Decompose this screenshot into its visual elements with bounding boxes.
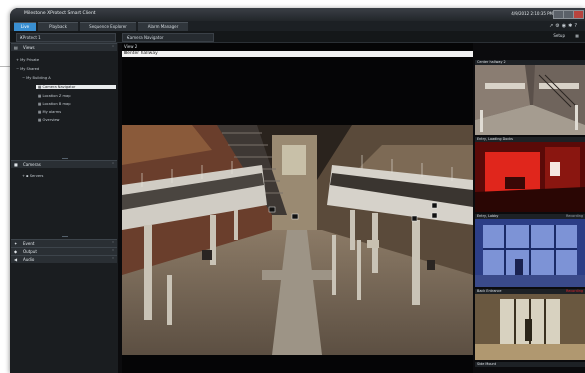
camera-feed-back-entrance[interactable] <box>475 294 585 360</box>
chevron-down-icon: ▾ <box>127 35 130 40</box>
tree-item-my-alarms[interactable]: ▦ My alarms <box>38 110 61 114</box>
views-header-label: Views <box>23 45 35 50</box>
tree-label: Servers <box>29 174 44 178</box>
output-panel-header[interactable]: ◆ Output ˅ <box>11 247 117 255</box>
tab-live[interactable]: Live <box>14 22 36 31</box>
tree-item-my-private[interactable]: + My Private <box>16 58 39 62</box>
chevron-down-icon: ˅ <box>112 241 114 246</box>
chevron-down-icon: ▾ <box>20 35 23 40</box>
tree-item-building-a[interactable]: − My Building A <box>22 76 51 80</box>
tree-item-servers[interactable]: + ▪ Servers <box>22 174 43 178</box>
camera-title-bar: Center hallway <box>122 51 473 57</box>
tree-item-location-b-map[interactable]: ▦ Location B map <box>38 102 70 106</box>
thumbnail-column: Center hallway 2 Entry, Loading Docks En… <box>475 43 585 373</box>
camera-feed-center-hallway[interactable] <box>122 125 473 355</box>
tree-item-my-shared[interactable]: − My Shared <box>16 67 39 71</box>
camera-selector[interactable]: Camera Navigator ▾ <box>122 33 214 42</box>
tab-playback[interactable]: Playback <box>38 22 78 31</box>
setup-button[interactable]: Setup <box>553 33 565 38</box>
tree-label: Location Z map <box>42 94 71 98</box>
camera-feed-loading-docks[interactable] <box>475 142 585 212</box>
close-button[interactable] <box>573 10 584 19</box>
tree-label: My Building A <box>26 76 51 80</box>
camera-feed-center-hallway-2[interactable] <box>475 65 585 135</box>
output-header-label: Output <box>23 249 37 254</box>
views-icon: ▤ <box>14 45 18 50</box>
tab-sequence-explorer[interactable]: Sequence Explorer <box>80 22 136 31</box>
event-panel-header[interactable]: ✦ Event ˅ <box>11 239 117 247</box>
main-view: View 2 Center hallway <box>122 43 473 373</box>
tree-label: My alarms <box>42 110 62 114</box>
grid-icon[interactable]: ▦ <box>575 33 579 38</box>
view-name: View 2 <box>124 44 138 49</box>
title-bar: Milestone XProtect Smart Client 4/9/2012… <box>10 8 585 21</box>
audio-panel-header[interactable]: ◀ Audio ˅ <box>11 255 117 263</box>
tree-item-location-z-map[interactable]: ▦ Location Z map <box>38 94 70 98</box>
cameras-icon: ■ <box>14 162 18 167</box>
cameras-panel-header[interactable]: ■ Cameras ˄ <box>11 160 117 168</box>
event-icon: ✦ <box>14 241 18 246</box>
tree-item-overview[interactable]: ▦ Overview <box>38 118 59 122</box>
camera-title: Center hallway <box>124 51 158 56</box>
callout-line <box>0 66 10 67</box>
tree-label: Camera Navigator <box>42 85 76 89</box>
tree-label: Overview <box>42 118 60 122</box>
toolbar-icons[interactable]: ↗⚙◉✱? <box>549 23 579 29</box>
output-icon: ◆ <box>14 249 18 254</box>
tab-bar: Live Playback Sequence Explorer Alarm Ma… <box>10 21 585 31</box>
help-icon[interactable]: ? <box>574 23 579 29</box>
chevron-up-icon: ˄ <box>112 162 114 167</box>
sidebar: ▤ Views ˄ + My Private − My Shared − My … <box>10 43 118 373</box>
tree-item-camera-navigator[interactable]: ▦ Camera Navigator <box>36 85 116 89</box>
audio-icon: ◀ <box>14 257 18 262</box>
chevron-down-icon: ˅ <box>112 249 114 254</box>
view-selector[interactable]: XProtect 1 ▾ <box>16 33 116 42</box>
camera-feed-side-mount[interactable] <box>475 367 585 373</box>
camera-menu-icon[interactable] <box>124 51 127 54</box>
window-title: Milestone XProtect Smart Client <box>24 11 96 16</box>
chevron-up-icon: ˄ <box>112 45 114 50</box>
views-panel-header[interactable]: ▤ Views ˄ <box>11 43 117 51</box>
tree-label: My Shared <box>20 67 40 71</box>
cameras-header-label: Cameras <box>23 162 41 167</box>
panel-splitter[interactable] <box>62 236 68 237</box>
panel-splitter[interactable] <box>62 158 68 159</box>
view-toolbar: XProtect 1 ▾ Camera Navigator ▾ Setup ▦ <box>10 31 585 43</box>
tree-label: Location B map <box>42 102 71 106</box>
camera-feed-lobby[interactable] <box>475 219 585 287</box>
event-header-label: Event <box>23 241 35 246</box>
tree-label: My Private <box>20 58 40 62</box>
chevron-down-icon: ˅ <box>112 257 114 262</box>
smart-client-window: Milestone XProtect Smart Client 4/9/2012… <box>10 8 585 373</box>
audio-header-label: Audio <box>23 257 35 262</box>
tab-alarm-manager[interactable]: Alarm Manager <box>138 22 188 31</box>
clock: 4/9/2012 2:10:35 PM <box>511 11 553 16</box>
